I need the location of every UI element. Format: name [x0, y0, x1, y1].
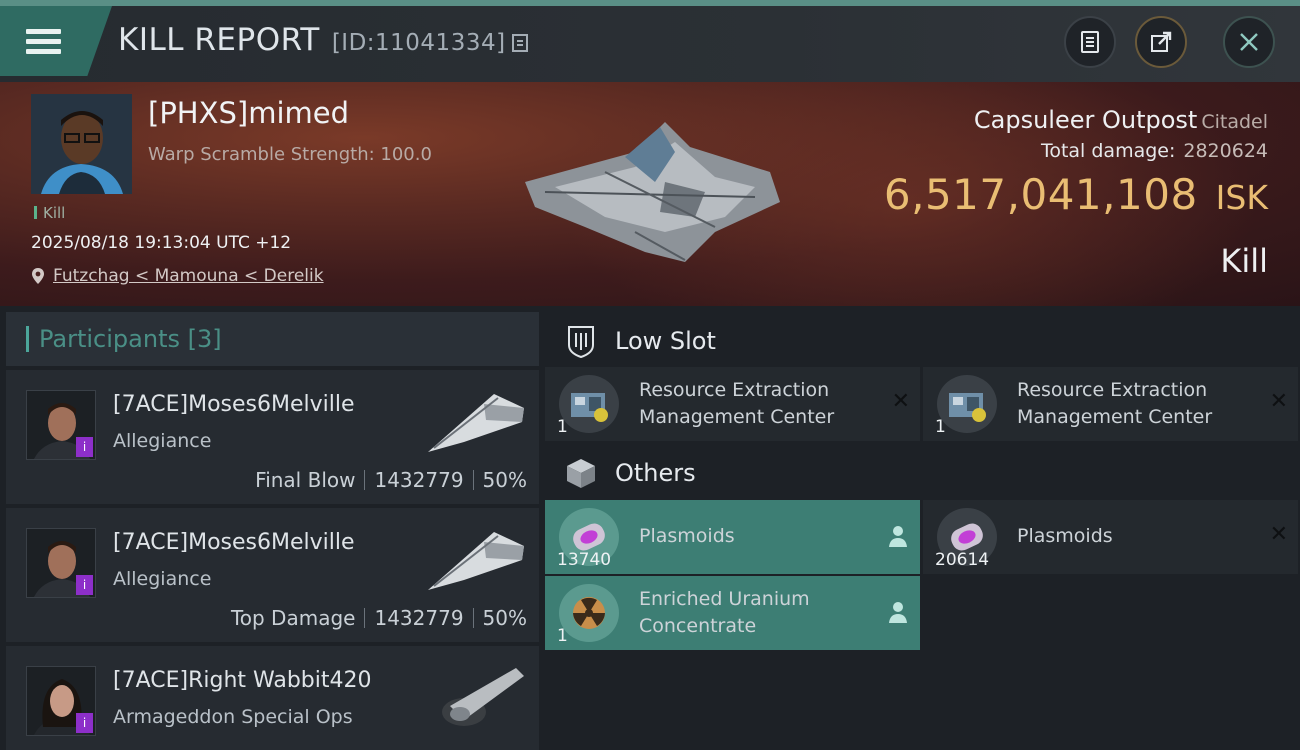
participant-stats: Final Blow 1432779 50% [255, 468, 527, 492]
others-label: Others [615, 459, 696, 487]
report-id: [ID:11041334] [331, 30, 506, 56]
victim-name[interactable]: [PHXS]mimed [148, 96, 349, 130]
share-icon [1151, 31, 1172, 52]
item-name-line2: Management Center [1017, 406, 1213, 428]
cargo-box-icon [567, 459, 595, 488]
alliance-badge-icon: i [76, 713, 93, 733]
low-slot-icon [568, 326, 594, 359]
top-bar: KILL REPORT [ID:11041334] [0, 0, 1300, 82]
participant-name: [7ACE]Moses6Melville [113, 530, 355, 555]
item-quantity: 1 [557, 417, 568, 437]
item-name: Resource Extraction Management Center [1017, 377, 1257, 431]
page-title: KILL REPORT [ID:11041334] [118, 22, 528, 58]
close-icon [1240, 33, 1258, 51]
dropped-person-icon [889, 602, 907, 623]
low-slot-item[interactable]: 1 Resource Extraction Management Center … [545, 367, 920, 441]
structure-ship-image [525, 122, 780, 262]
participant-card[interactable]: i [7ACE]Right Wabbit420 Armageddon Speci… [6, 646, 539, 750]
details-button[interactable] [1064, 16, 1116, 68]
total-damage: Total damage: 2820624 [1041, 140, 1268, 162]
participant-percent: 50% [482, 606, 527, 630]
module-icon [559, 375, 619, 433]
alliance-badge-icon: i [76, 437, 93, 457]
module-icon [937, 375, 997, 433]
item-quantity: 20614 [935, 550, 990, 570]
others-header: Others [545, 442, 1300, 504]
cargo-item[interactable]: 20614 Plasmoids ✕ [923, 500, 1298, 574]
participant-card[interactable]: i [7ACE]Moses6Melville Allegiance Top Da… [6, 508, 539, 642]
participant-ship: Armageddon Special Ops [113, 706, 353, 728]
item-quantity: 13740 [557, 550, 612, 570]
participant-ship-image [428, 532, 524, 590]
copy-icon[interactable] [511, 34, 528, 52]
result-label: Kill [1220, 242, 1268, 280]
destroyed-x-icon: ✕ [1269, 522, 1288, 547]
participant-name: [7ACE]Moses6Melville [113, 392, 355, 417]
item-name-line2: Concentrate [639, 615, 757, 637]
structure-type: Citadel [1201, 111, 1268, 133]
destroyed-x-icon: ✕ [1269, 389, 1288, 414]
item-name-line1: Resource Extraction [1017, 379, 1208, 401]
kill-banner: [PHXS]mimed Warp Scramble Strength: 100.… [0, 82, 1300, 306]
hamburger-icon [26, 24, 61, 59]
low-slot-header: Low Slot [545, 310, 1300, 372]
low-slot-label: Low Slot [615, 327, 716, 355]
participants-label: Participants [39, 325, 180, 353]
isk-value-line: 6,517,041,108 ISK [884, 170, 1268, 219]
item-name: Resource Extraction Management Center [639, 377, 879, 431]
total-damage-label: Total damage: [1040, 140, 1176, 162]
item-name: Plasmoids [639, 525, 735, 547]
alliance-badge-icon: i [76, 575, 93, 595]
document-icon [1081, 31, 1099, 53]
participant-stats: Top Damage 1432779 50% [231, 606, 527, 630]
participant-role: Top Damage [230, 606, 356, 630]
participant-damage: 1432779 [374, 606, 464, 630]
participant-avatar[interactable]: i [26, 528, 96, 598]
close-button[interactable] [1223, 16, 1275, 68]
kill-tag: Kill [34, 204, 65, 222]
victim-avatar[interactable] [31, 94, 132, 194]
item-name-line2: Management Center [639, 406, 835, 428]
isk-value: 6,517,041,108 [883, 170, 1198, 219]
participants-panel: Participants [3] i [7ACE]Moses6Melville … [6, 312, 539, 750]
cargo-item[interactable]: 1 Enriched Uranium Concentrate [545, 576, 920, 650]
participant-card[interactable]: i [7ACE]Moses6Melville Allegiance Final … [6, 370, 539, 504]
isk-unit: ISK [1215, 178, 1268, 217]
destroyed-x-icon: ✕ [891, 389, 910, 414]
item-name-line1: Resource Extraction [639, 379, 830, 401]
participant-name: [7ACE]Right Wabbit420 [113, 668, 372, 693]
total-damage-value: 2820624 [1183, 140, 1268, 162]
item-name: Enriched Uranium Concentrate [639, 586, 879, 640]
location[interactable]: Futzchag < Mamouna < Derelik [31, 266, 324, 286]
top-accent-line [0, 0, 1300, 6]
kill-timestamp: 2025/08/18 19:13:04 UTC +12 [31, 233, 292, 253]
item-name: Plasmoids [1017, 525, 1113, 547]
title-text: KILL REPORT [118, 22, 320, 58]
item-name-line1: Enriched Uranium [639, 588, 810, 610]
target-structure: Capsuleer Outpost Citadel [974, 106, 1268, 134]
victim-subtitle: Warp Scramble Strength: 100.0 [148, 144, 432, 165]
structure-name: Capsuleer Outpost [973, 106, 1198, 134]
participant-ship: Allegiance [113, 430, 212, 452]
participant-percent: 50% [482, 468, 527, 492]
participants-count: [3] [187, 325, 222, 353]
item-quantity: 1 [557, 626, 568, 646]
participants-header: Participants [3] [6, 312, 539, 366]
location-pin-icon [32, 268, 44, 284]
low-slot-item[interactable]: 1 Resource Extraction Management Center … [923, 367, 1298, 441]
participant-damage: 1432779 [374, 468, 464, 492]
participant-avatar[interactable]: i [26, 666, 96, 736]
participant-ship-image [442, 668, 524, 726]
participant-ship: Allegiance [113, 568, 212, 590]
participant-ship-image [428, 394, 524, 452]
dropped-person-icon [889, 526, 907, 547]
participant-role: Final Blow [255, 468, 356, 492]
share-button[interactable] [1135, 16, 1187, 68]
uranium-icon [559, 584, 619, 642]
menu-button[interactable] [0, 6, 112, 76]
location-link[interactable]: Futzchag < Mamouna < Derelik [53, 266, 324, 286]
participant-avatar[interactable]: i [26, 390, 96, 460]
item-quantity: 1 [935, 417, 946, 437]
cargo-item[interactable]: 13740 Plasmoids [545, 500, 920, 574]
